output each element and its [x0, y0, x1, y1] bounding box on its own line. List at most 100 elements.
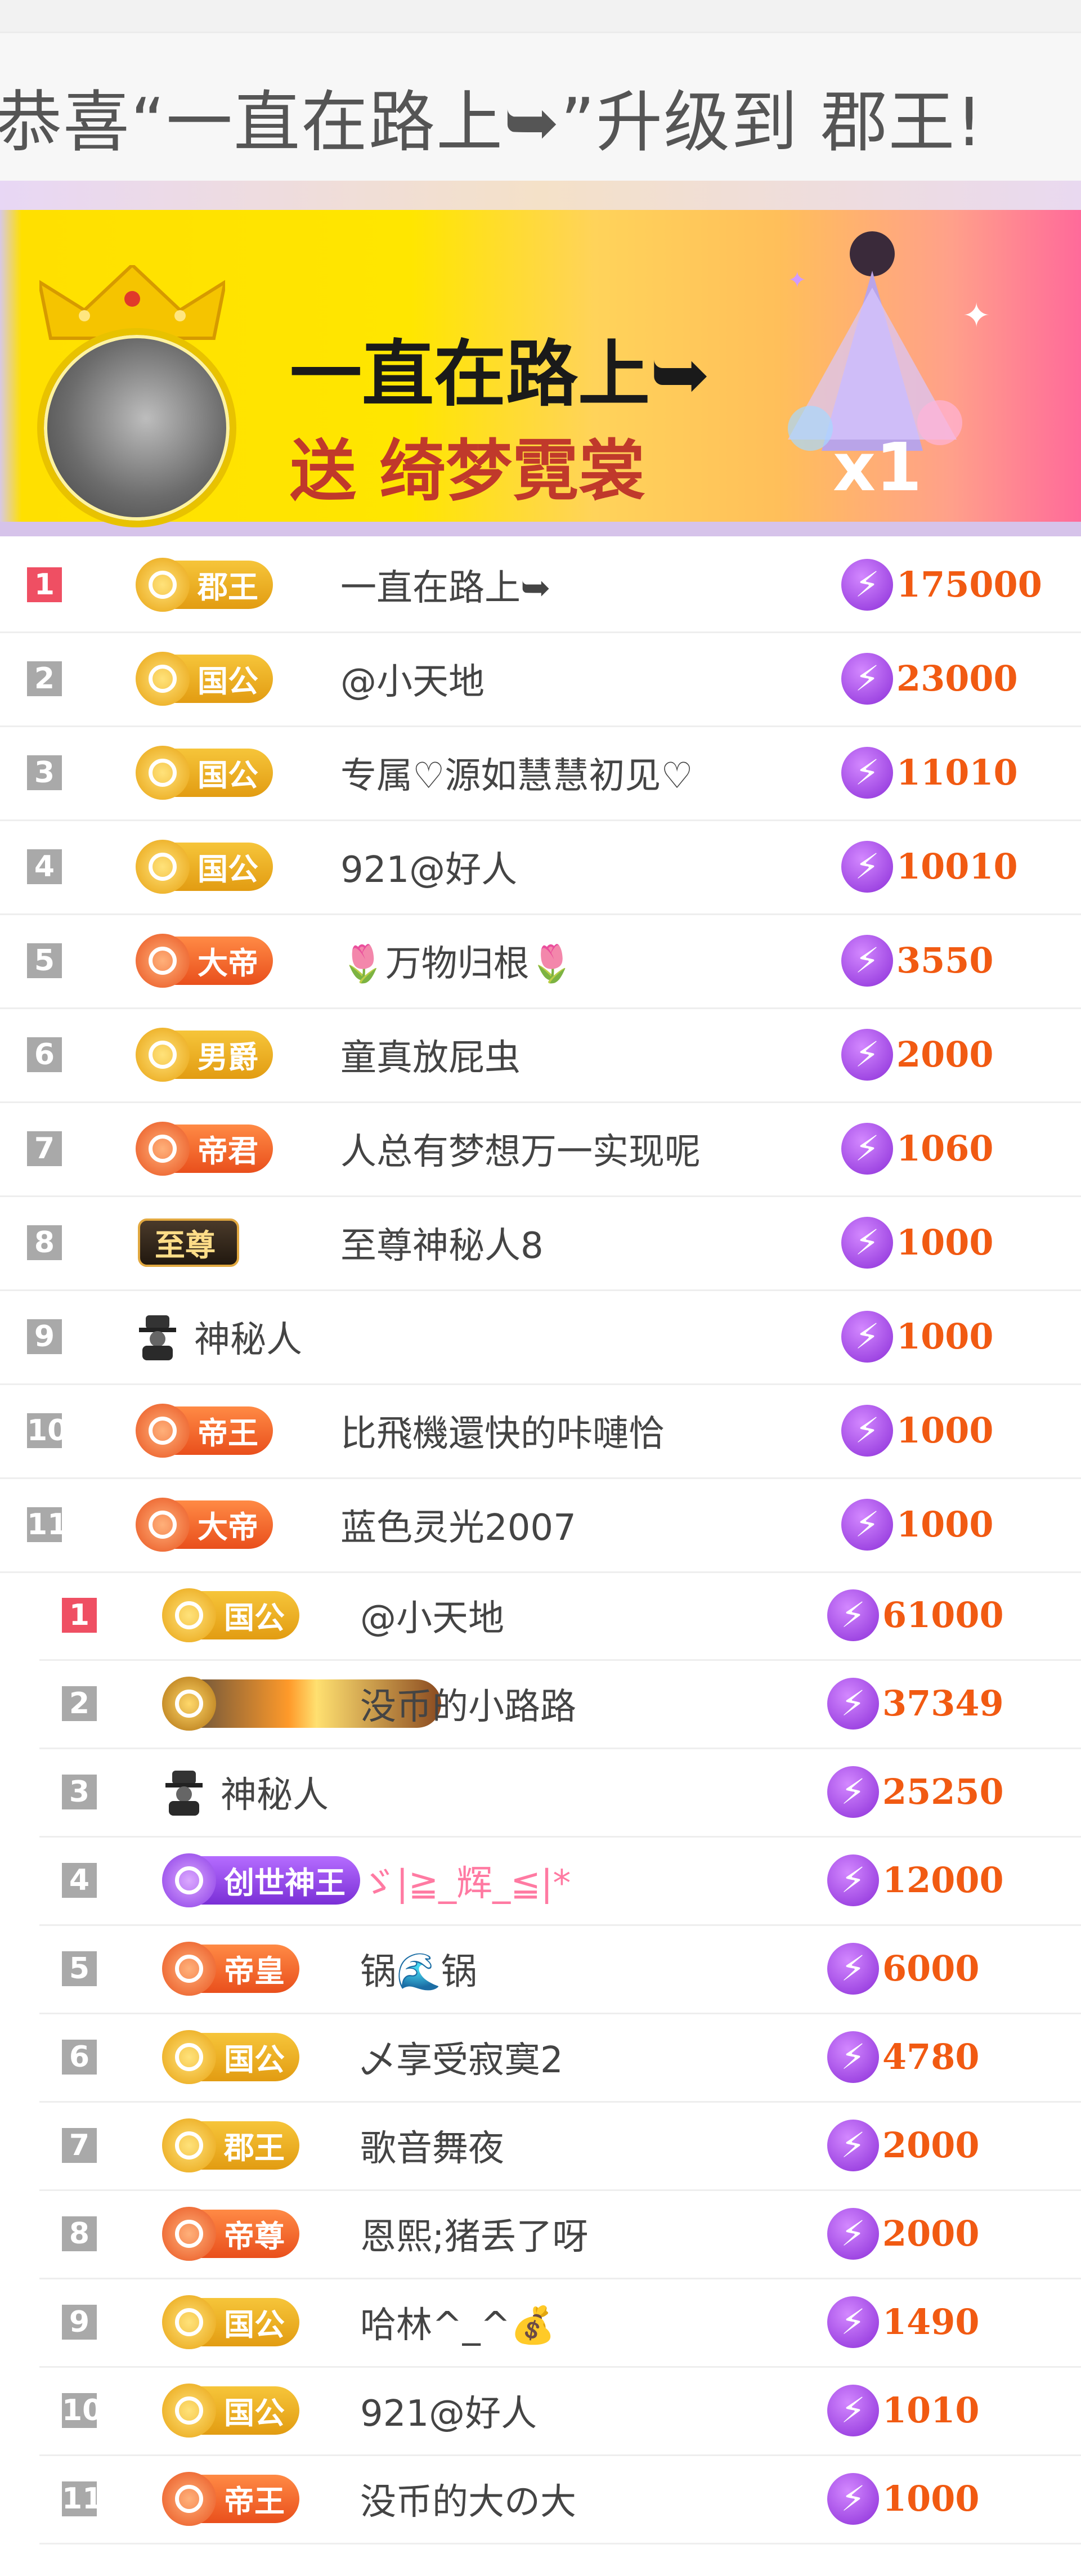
user-name[interactable]: @小天地 — [360, 1589, 504, 1641]
rank-number: 7 — [27, 1131, 62, 1166]
score: ⚡ 2000 — [841, 1028, 994, 1081]
rank-number: 8 — [27, 1225, 62, 1260]
ranking-row[interactable]: 10 国公 921@好人 ⚡ 1010 — [39, 2366, 1081, 2456]
user-name[interactable]: 乄享受寂寞2 — [360, 2031, 563, 2083]
ranking-row[interactable]: 6 国公 乄享受寂寞2 ⚡ 4780 — [39, 2013, 1081, 2103]
user-name[interactable]: 哈林^_^💰 — [360, 2296, 555, 2348]
badge-coin-icon — [162, 2030, 216, 2084]
ranking-row[interactable]: 2 国公 @小天地 ⚡ 23000 — [0, 631, 1081, 727]
ranking-row[interactable]: 8 帝尊 恩熙;猪丢了呀 ⚡ 2000 — [39, 2189, 1081, 2279]
svg-text:✦: ✦ — [788, 267, 807, 293]
user-name[interactable]: 至尊神秘人8 — [340, 1217, 544, 1269]
ranking-row[interactable]: 1 国公 @小天地 ⚡ 61000 — [39, 1571, 1081, 1661]
score-value: 10010 — [896, 846, 1018, 887]
badge-coin-icon — [136, 745, 190, 800]
lightning-icon: ⚡ — [841, 1498, 893, 1551]
score: ⚡ 12000 — [827, 1854, 1004, 1906]
user-name[interactable]: @小天地 — [340, 653, 485, 705]
rank-number: 2 — [62, 1686, 97, 1721]
lightning-icon: ⚡ — [827, 2384, 879, 2436]
user-name[interactable]: 🌷万物归根🌷 — [340, 935, 574, 987]
user-name[interactable]: 神秘人 — [194, 1311, 302, 1363]
score-value: 12000 — [882, 1860, 1004, 1901]
rank-title-badge: 至尊 — [138, 1218, 239, 1267]
lightning-icon: ⚡ — [841, 1310, 893, 1363]
upgrade-notice: 恭喜“一直在路上➥”升级到 郡王! — [0, 33, 1081, 181]
user-name[interactable]: 歌音舞夜 — [360, 2120, 504, 2171]
banner-top-band — [0, 181, 1081, 210]
ranking-row[interactable]: 10 帝王 比飛機還快的咔嗹恰 ⚡ 1000 — [0, 1383, 1081, 1479]
badge-coin-icon — [162, 2295, 216, 2349]
user-name[interactable]: 比飛機還快的咔嗹恰 — [340, 1405, 665, 1457]
ranking-row[interactable]: 3 国公 专属♡源如慧慧初见♡ ⚡ 11010 — [0, 725, 1081, 821]
ranking-row[interactable]: 5 帝皇 锅🌊锅 ⚡ 6000 — [39, 1924, 1081, 2014]
score: ⚡ 6000 — [827, 1942, 980, 1995]
ranking-row[interactable]: 11 帝王 没币的大の大 ⚡ 1000 — [39, 2454, 1081, 2544]
score: ⚡ 1000 — [827, 2472, 980, 2525]
ranking-row[interactable]: 5 大帝 🌷万物归根🌷 ⚡ 3550 — [0, 913, 1081, 1009]
rank-number: 10 — [27, 1413, 68, 1448]
ranking-row[interactable]: 6 男爵 童真放屁虫 ⚡ 2000 — [0, 1007, 1081, 1103]
badge-coin-icon — [162, 1588, 216, 1642]
score-value: 1000 — [896, 1410, 994, 1451]
score-value: 1010 — [882, 2390, 980, 2431]
user-name[interactable]: 童真放屁虫 — [340, 1029, 521, 1081]
score-value: 3550 — [896, 940, 994, 981]
ranking-row[interactable]: 11 大帝 蓝色灵光2007 ⚡ 1000 — [0, 1477, 1081, 1573]
lightning-icon: ⚡ — [827, 2296, 879, 2348]
user-name[interactable]: 没币的小路路 — [360, 1678, 576, 1730]
badge-coin-icon — [136, 1027, 190, 1082]
user-name[interactable]: 921@好人 — [340, 841, 517, 893]
score-value: 2000 — [896, 1034, 994, 1075]
rank-title-badge: 国公 — [136, 651, 273, 706]
user-name[interactable]: 蓝色灵光2007 — [340, 1499, 576, 1551]
rank-number: 5 — [62, 1951, 97, 1986]
badge-coin-icon — [162, 2383, 216, 2438]
rank-number: 3 — [62, 1774, 97, 1809]
badge-label: 男爵 — [198, 1040, 258, 1075]
badge-label: 国公 — [224, 1600, 285, 1636]
crowned-avatar[interactable] — [34, 265, 248, 527]
badge-label: 郡王 — [198, 570, 258, 605]
badge-label: 帝王 — [198, 1415, 258, 1451]
ranking-row[interactable]: 7 帝君 人总有梦想万一实现呢 ⚡ 1060 — [0, 1101, 1081, 1197]
score: ⚡ 25250 — [827, 1766, 1004, 1818]
badge-label: 郡王 — [224, 2130, 285, 2166]
rank-title-badge: 帝尊 — [162, 2206, 299, 2261]
user-name[interactable]: 一直在路上➥ — [340, 559, 551, 611]
user-name[interactable]: 神秘人 — [221, 1766, 329, 1818]
badge-label: 国公 — [198, 852, 258, 887]
badge-coin-icon — [136, 933, 190, 988]
rank-title-badge: 男爵 — [136, 1027, 273, 1082]
user-name[interactable]: ゞ|≧_辉_≦|* — [360, 1854, 571, 1906]
ranking-row[interactable]: 9 神秘人 ⚡ 1000 — [0, 1289, 1081, 1385]
ranking-row[interactable]: 2 没币的小路路 ⚡ 37349 — [39, 1659, 1081, 1749]
ranking-row[interactable]: 3 神秘人 ⚡ 25250 — [39, 1748, 1081, 1838]
ranking-row[interactable]: 1 郡王 一直在路上➥ ⚡ 175000 — [0, 537, 1081, 633]
user-name[interactable]: 人总有梦想万一实现呢 — [340, 1123, 701, 1175]
score-value: 1000 — [882, 2478, 980, 2519]
mystery-user-icon — [139, 1315, 176, 1360]
rank-title-badge: 国公 — [162, 1588, 299, 1642]
rank-title-badge: 国公 — [162, 2383, 299, 2438]
user-name[interactable]: 921@好人 — [360, 2385, 537, 2436]
score-value: 1490 — [882, 2301, 980, 2342]
badge-coin-icon — [136, 1497, 190, 1552]
ranking-row[interactable]: 8 至尊 至尊神秘人8 ⚡ 1000 — [0, 1195, 1081, 1291]
ranking-row[interactable]: 4 国公 921@好人 ⚡ 10010 — [0, 819, 1081, 915]
user-name[interactable]: 恩熙;猪丢了呀 — [360, 2208, 589, 2260]
ranking-row[interactable]: 7 郡王 歌音舞夜 ⚡ 2000 — [39, 2101, 1081, 2191]
badge-label: 国公 — [198, 758, 258, 793]
user-name[interactable]: 没币的大の大 — [360, 2473, 576, 2525]
ranking-row[interactable]: 9 国公 哈林^_^💰 ⚡ 1490 — [39, 2278, 1081, 2368]
ranking-row[interactable]: 4 创世神王 ゞ|≧_辉_≦|* ⚡ 12000 — [39, 1836, 1081, 1926]
banner-user-name: 一直在路上➥ — [290, 333, 711, 416]
badge-coin-icon — [136, 839, 190, 894]
rank-number: 9 — [62, 2304, 97, 2340]
user-name[interactable]: 专属♡源如慧慧初见♡ — [340, 747, 693, 799]
badge-coin-icon — [162, 2206, 216, 2261]
score: ⚡ 1000 — [841, 1216, 994, 1269]
user-name[interactable]: 锅🌊锅 — [360, 1943, 477, 1995]
score: ⚡ 61000 — [827, 1589, 1004, 1641]
lightning-icon: ⚡ — [841, 1216, 893, 1269]
